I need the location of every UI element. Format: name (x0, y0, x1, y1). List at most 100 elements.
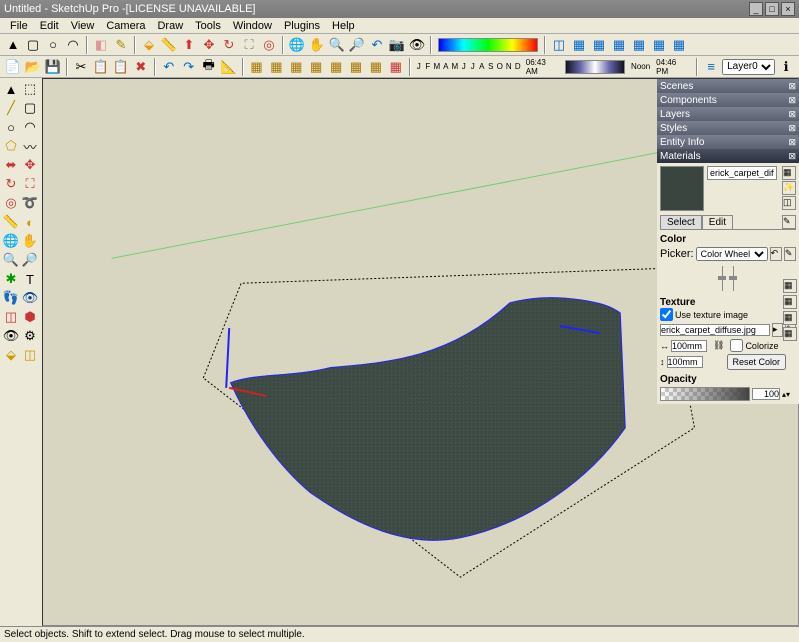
zoom-tool[interactable]: 🔍 (2, 251, 20, 269)
style3-icon[interactable]: ▦ (287, 58, 305, 76)
style4-icon[interactable]: ▦ (307, 58, 325, 76)
paste-icon[interactable]: 📋 (112, 58, 130, 76)
cut-icon[interactable]: ✂ (72, 58, 90, 76)
tape-icon[interactable]: 📏 (160, 36, 178, 54)
browse-icon[interactable]: ▸ (772, 323, 783, 337)
pan-icon[interactable]: ✋ (308, 36, 326, 54)
select-icon[interactable]: ▲ (4, 36, 22, 54)
push-icon[interactable]: ⬆ (180, 36, 198, 54)
color-sliders[interactable] (660, 263, 796, 293)
display-pane-icon[interactable]: ▦ (782, 166, 796, 180)
layer-select[interactable]: Layer0 (722, 59, 775, 75)
eyedropper-icon[interactable]: ✎ (784, 247, 796, 261)
entity-info-panel-header[interactable]: Entity Info⊠ (657, 135, 799, 149)
menu-window[interactable]: Window (227, 20, 278, 32)
new-icon[interactable]: 📄 (4, 58, 22, 76)
free-tool[interactable]: 〰 (21, 137, 39, 155)
close-icon[interactable]: ⊠ (788, 81, 796, 92)
circle-tool[interactable]: ○ (2, 118, 20, 136)
text-tool[interactable]: T (21, 270, 39, 288)
walk-tool[interactable]: 👣 (2, 289, 20, 307)
rotate-icon[interactable]: ↻ (220, 36, 238, 54)
print-icon[interactable]: 🖶 (200, 58, 218, 76)
protractor-tool[interactable]: ◐ (21, 213, 39, 231)
offset-icon[interactable]: ◎ (260, 36, 278, 54)
layers-panel-header[interactable]: Layers⊠ (657, 107, 799, 121)
line-tool[interactable]: ╱ (2, 99, 20, 117)
scenes-panel-header[interactable]: Scenes⊠ (657, 79, 799, 93)
default-material-icon[interactable]: ◫ (782, 196, 796, 210)
close-icon[interactable]: ⊠ (788, 95, 796, 106)
scale-icon[interactable]: ⛶ (240, 36, 258, 54)
undo-color-icon[interactable]: ↶ (770, 247, 782, 261)
time-slider[interactable] (565, 60, 625, 74)
square-icon[interactable]: ▢ (24, 36, 42, 54)
orbit-icon[interactable]: 🌐 (288, 36, 306, 54)
pencil-icon[interactable]: ✎ (112, 36, 130, 54)
menu-view[interactable]: View (65, 20, 101, 32)
menu-edit[interactable]: Edit (34, 20, 65, 32)
view-right-icon[interactable]: ▦ (670, 36, 688, 54)
styles-panel-header[interactable]: Styles⊠ (657, 121, 799, 135)
model-icon[interactable]: 📐 (220, 58, 238, 76)
push-tool[interactable]: ⬌ (2, 156, 20, 174)
material-name-input[interactable] (707, 166, 777, 180)
close-icon[interactable]: ⊠ (788, 151, 796, 162)
texture-file-input[interactable] (660, 324, 770, 336)
style5-icon[interactable]: ▦ (327, 58, 345, 76)
menu-help[interactable]: Help (326, 20, 361, 32)
maximize-button[interactable]: □ (765, 2, 779, 16)
save-icon[interactable]: 💾 (44, 58, 62, 76)
view-back-icon[interactable]: ▦ (590, 36, 608, 54)
tape-tool[interactable]: 📏 (2, 213, 20, 231)
menu-camera[interactable]: Camera (100, 20, 151, 32)
eraser-icon[interactable]: ◧ (92, 36, 110, 54)
side-icon-2[interactable]: ▦ (783, 295, 797, 309)
menu-draw[interactable]: Draw (151, 20, 189, 32)
style7-icon[interactable]: ▦ (367, 58, 385, 76)
edit-tab[interactable]: Edit (702, 215, 733, 229)
square-tool[interactable]: ▢ (21, 99, 39, 117)
look-tool[interactable]: 👁 (21, 289, 39, 307)
close-icon[interactable]: ⊠ (788, 137, 796, 148)
drape-tool[interactable]: ◫ (21, 346, 39, 364)
layers-icon[interactable]: ≡ (702, 58, 720, 76)
create-material-icon[interactable]: ✨ (782, 181, 796, 195)
section-tool[interactable]: ◫ (2, 308, 20, 326)
rotate-tool[interactable]: ↻ (2, 175, 20, 193)
iso-icon[interactable]: ◫ (550, 36, 568, 54)
use-texture-checkbox[interactable] (660, 308, 673, 321)
view-front-icon[interactable]: ▦ (570, 36, 588, 54)
menu-file[interactable]: File (4, 20, 34, 32)
style6-icon[interactable]: ▦ (347, 58, 365, 76)
circle-icon[interactable]: ○ (44, 36, 62, 54)
camera-icon[interactable]: 📷 (388, 36, 406, 54)
style8-icon[interactable]: ▦ (387, 58, 405, 76)
materials-panel-header[interactable]: Materials⊠ (657, 149, 799, 163)
redo-icon[interactable]: ↷ (180, 58, 198, 76)
arc-tool[interactable]: ◠ (21, 118, 39, 136)
style2-icon[interactable]: ▦ (267, 58, 285, 76)
select-tab[interactable]: Select (660, 215, 702, 229)
material-preview[interactable] (660, 166, 704, 211)
zoom-icon[interactable]: 🔍 (328, 36, 346, 54)
view-left-icon[interactable]: ▦ (650, 36, 668, 54)
close-icon[interactable]: ⊠ (788, 123, 796, 134)
delete-icon[interactable]: ✖ (132, 58, 150, 76)
move-tool[interactable]: ✥ (21, 156, 39, 174)
walk-icon[interactable]: 👁 (408, 36, 426, 54)
pan-tool[interactable]: ✋ (21, 232, 39, 250)
undo-icon[interactable]: ↶ (160, 58, 178, 76)
style1-icon[interactable]: ▦ (248, 58, 266, 76)
view-bottom-icon[interactable]: ▦ (630, 36, 648, 54)
spinner-icon[interactable]: ▴▾ (782, 390, 790, 399)
close-icon[interactable]: ⊠ (788, 109, 796, 120)
side-icon-3[interactable]: ▦ (783, 311, 797, 325)
minimize-button[interactable]: _ (749, 2, 763, 16)
texture-width-input[interactable] (671, 340, 707, 352)
side-icon-4[interactable]: ▦ (783, 327, 797, 341)
axes-tool[interactable]: ✱ (2, 270, 20, 288)
lasso-tool[interactable]: ⬚ (21, 80, 39, 98)
open-icon[interactable]: 📂 (24, 58, 42, 76)
opacity-value-input[interactable] (752, 388, 780, 400)
